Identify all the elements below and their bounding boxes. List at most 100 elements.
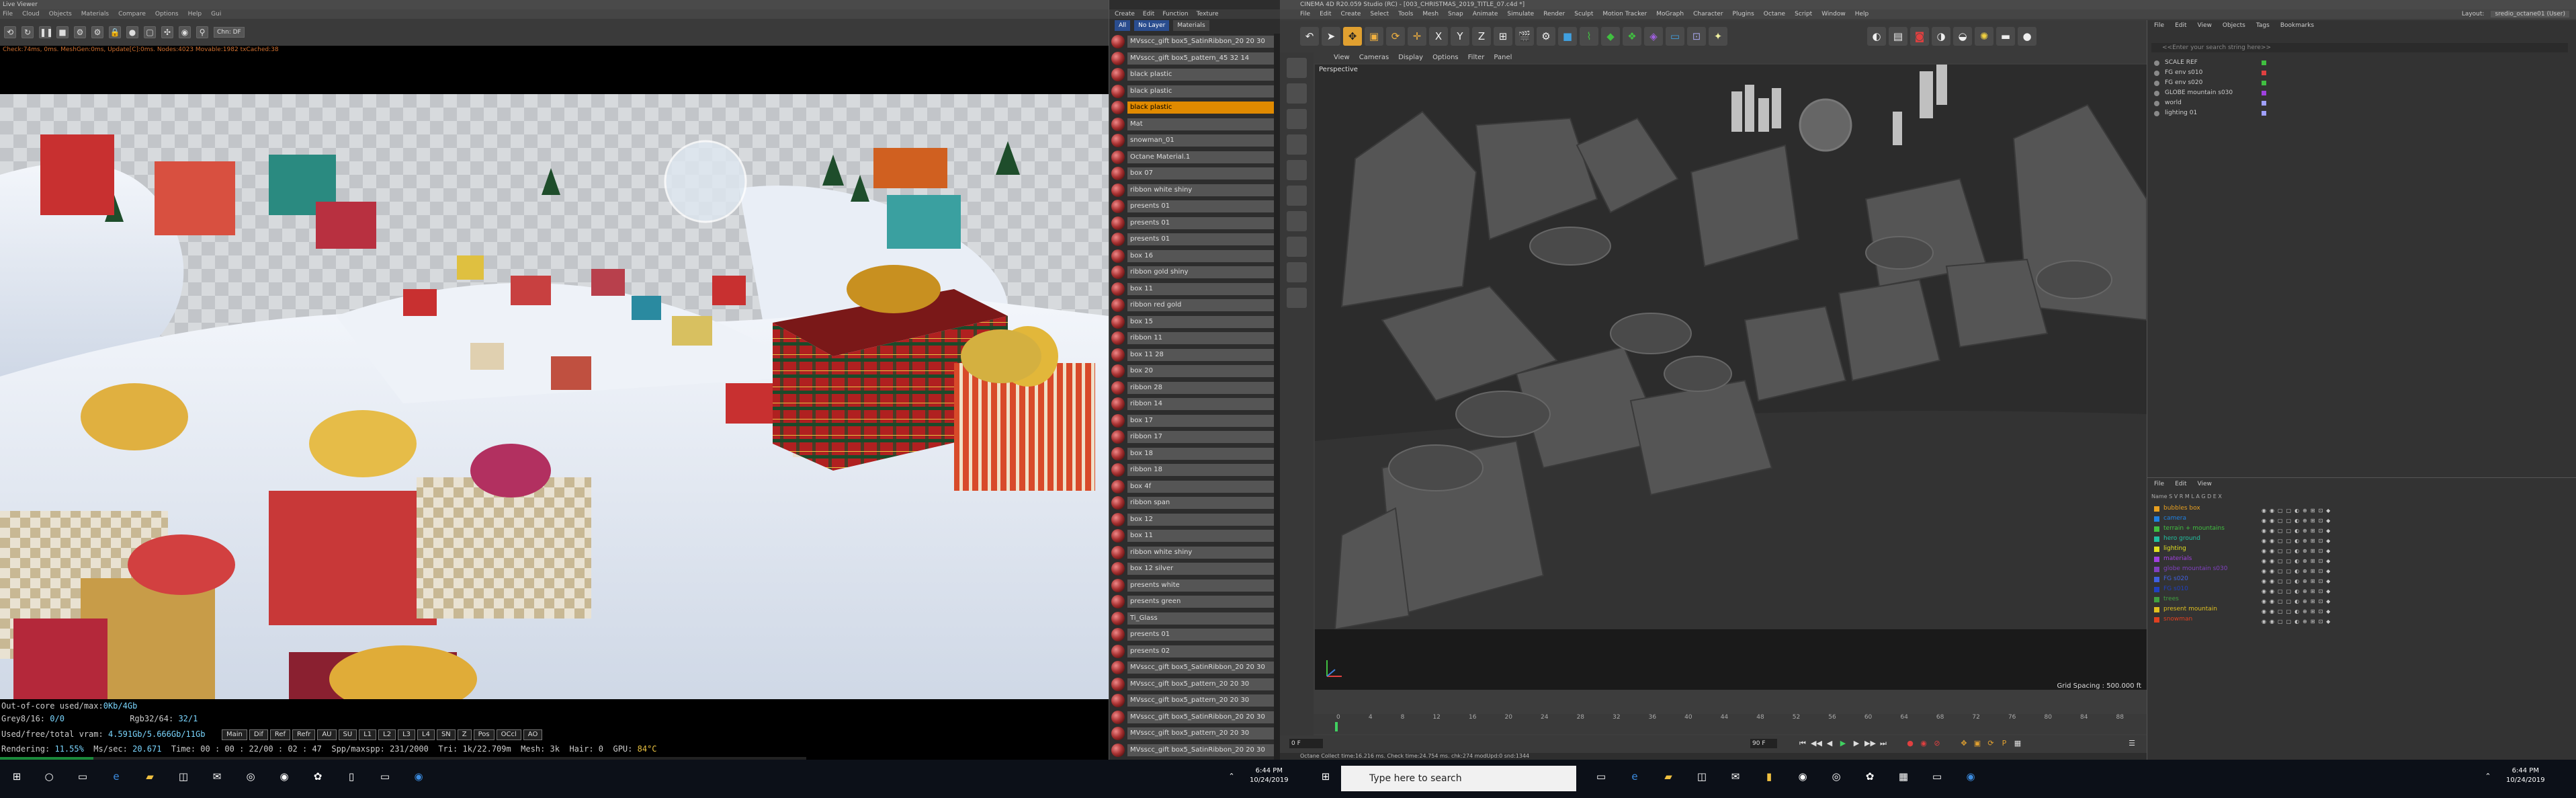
mat-menu-create[interactable]: Create bbox=[1115, 9, 1135, 19]
layer-color-tag[interactable] bbox=[2262, 111, 2266, 116]
material-row[interactable]: black plastic bbox=[1109, 99, 1274, 116]
c4d-menu-item[interactable]: Snap bbox=[1448, 9, 1463, 19]
c4d-menu-item[interactable]: Mesh bbox=[1422, 9, 1439, 19]
tray-icon[interactable]: ⌃ bbox=[1223, 768, 1240, 785]
material-row[interactable]: box 15 bbox=[1109, 314, 1274, 330]
om-menu-file[interactable]: File bbox=[2154, 20, 2164, 31]
material-row[interactable]: box 07 bbox=[1109, 165, 1274, 182]
edge-icon[interactable]: e bbox=[108, 768, 125, 785]
prev-frame-icon[interactable]: ◀ bbox=[1824, 738, 1835, 749]
material-row[interactable]: box 16 bbox=[1109, 248, 1274, 264]
material-row[interactable]: presents white bbox=[1109, 577, 1274, 594]
layer-row[interactable]: snowman ◉◉▢▢◐⊕⊞⊡◆ bbox=[2154, 614, 2571, 625]
task-view-icon-right[interactable]: ▭ bbox=[1592, 768, 1610, 785]
c4d-menu-item[interactable]: Simulate bbox=[1507, 9, 1534, 19]
layer-color-swatch[interactable] bbox=[2154, 597, 2159, 602]
render-image[interactable] bbox=[0, 94, 1109, 719]
axis-mode-icon[interactable] bbox=[1287, 211, 1307, 231]
c4d-app-icon[interactable]: ◎ bbox=[242, 768, 259, 785]
y-axis-icon[interactable]: Y bbox=[1451, 27, 1469, 46]
record-icon[interactable]: ● bbox=[1905, 738, 1916, 749]
layer-row[interactable]: trees ◉◉▢▢◐⊕⊞⊡◆ bbox=[2154, 594, 2571, 604]
store-icon-right[interactable]: ◫ bbox=[1693, 768, 1711, 785]
edge-icon-right[interactable]: e bbox=[1626, 768, 1643, 785]
pass-ref-button[interactable]: Ref bbox=[269, 729, 291, 740]
octane-app-icon[interactable]: ◉ bbox=[410, 768, 427, 785]
om-menu-objects[interactable]: Objects bbox=[2223, 20, 2245, 31]
key-rotation-icon[interactable]: ⟳ bbox=[1985, 738, 1996, 749]
camera-icon[interactable]: ⊡ bbox=[1687, 27, 1706, 46]
layer-color-swatch[interactable] bbox=[2154, 617, 2159, 623]
material-row[interactable]: ribbon 11 bbox=[1109, 330, 1274, 346]
c4d-menu-item[interactable]: Character bbox=[1693, 9, 1723, 19]
next-key-icon[interactable]: ▶▶ bbox=[1864, 738, 1876, 749]
octane-live-icon[interactable]: ◐ bbox=[1867, 27, 1886, 46]
undo-icon[interactable]: ↶ bbox=[1300, 27, 1319, 46]
material-row[interactable]: ribbon 17 bbox=[1109, 429, 1274, 445]
material-row[interactable]: box 11 bbox=[1109, 528, 1274, 544]
material-row[interactable]: Ti_Glass bbox=[1109, 610, 1274, 627]
mail-icon-right[interactable]: ✉ bbox=[1727, 768, 1744, 785]
layer-row[interactable]: globe mountain s030 ◉◉▢▢◐⊕⊞⊡◆ bbox=[2154, 564, 2571, 574]
layer-row[interactable]: camera ◉◉▢▢◐⊕⊞⊡◆ bbox=[2154, 514, 2571, 524]
pass-z-button[interactable]: Z bbox=[457, 729, 472, 740]
layer-color-tag[interactable] bbox=[2262, 101, 2266, 106]
timeline-ruler[interactable]: 0 4 8 12 16 20 24 28 32 36 40 44 48 52 56 60 64 68 72 76 80 8… bbox=[1314, 714, 2147, 734]
app-icon[interactable]: ✿ bbox=[309, 768, 327, 785]
material-row[interactable]: box 18 bbox=[1109, 446, 1274, 462]
object-row[interactable]: SCALE REF bbox=[2154, 58, 2571, 68]
keyframe-selection-icon[interactable]: ⊘ bbox=[1932, 738, 1942, 749]
scale-icon[interactable]: ▣ bbox=[1365, 27, 1383, 46]
pass-su-button[interactable]: SU bbox=[338, 729, 357, 740]
layer-toggle-icons[interactable]: ◉◉▢▢◐⊕⊞⊡◆ bbox=[2262, 616, 2333, 627]
stop-icon[interactable]: ■ bbox=[56, 26, 69, 38]
lv-menu-help[interactable]: Help bbox=[188, 9, 202, 19]
clock-left[interactable]: 6:44 PM 10/24/2019 bbox=[1250, 766, 1289, 785]
layer-color-swatch[interactable] bbox=[2154, 506, 2159, 512]
om-search-input[interactable]: <<Enter your search string here>> bbox=[2151, 43, 2568, 52]
vp-menu-view[interactable]: View bbox=[1334, 52, 1350, 63]
restart-render-icon[interactable]: ↻ bbox=[22, 26, 34, 38]
octane-hdri-icon[interactable]: ◒ bbox=[1953, 27, 1972, 46]
material-row[interactable]: MVsscc_gift box5_SatinRibbon_20 20 30 bbox=[1109, 742, 1274, 758]
octane-icon-right[interactable]: ◉ bbox=[1962, 768, 1979, 785]
spline-icon[interactable]: ⌇ bbox=[1580, 27, 1598, 46]
material-row[interactable]: box 17 bbox=[1109, 413, 1274, 429]
material-row[interactable]: ribbon gold shiny bbox=[1109, 264, 1274, 280]
sticky-icon-right[interactable]: ▮ bbox=[1760, 768, 1778, 785]
explorer-app-icon[interactable]: ▯ bbox=[343, 768, 360, 785]
pin-icon[interactable]: ⚲ bbox=[196, 26, 208, 38]
lv-menu-file[interactable]: File bbox=[3, 9, 13, 19]
search-icon[interactable]: ○ bbox=[40, 768, 58, 785]
material-row[interactable]: ribbon 14 bbox=[1109, 396, 1274, 412]
workplane-icon[interactable] bbox=[1287, 262, 1307, 282]
layer-row[interactable]: present mountain ◉◉▢▢◐⊕⊞⊡◆ bbox=[2154, 604, 2571, 614]
gear-icon[interactable]: ⚙ bbox=[74, 26, 86, 38]
channel-select[interactable]: Chn: DF bbox=[214, 27, 245, 38]
octane-dialog-icon[interactable]: ▤ bbox=[1889, 27, 1907, 46]
material-row[interactable]: MVsscc_gift box5_pattern_20 20 30 bbox=[1109, 676, 1274, 692]
tab-materials[interactable]: Materials bbox=[1173, 20, 1209, 31]
om-menu-bookmarks[interactable]: Bookmarks bbox=[2280, 20, 2314, 31]
layer-color-swatch[interactable] bbox=[2154, 557, 2159, 562]
material-row[interactable]: MVsscc_gift box5_SatinRibbon_20 20 30 bbox=[1109, 34, 1274, 50]
material-row[interactable]: ribbon white shiny bbox=[1109, 182, 1274, 198]
material-row[interactable]: Mat bbox=[1109, 116, 1274, 132]
layer-color-swatch[interactable] bbox=[2154, 516, 2159, 522]
lv-menu-cloud[interactable]: Cloud bbox=[22, 9, 40, 19]
pass-l4-button[interactable]: L4 bbox=[417, 729, 435, 740]
pass-l3-button[interactable]: L3 bbox=[398, 729, 415, 740]
transform-icon[interactable]: ✛ bbox=[1408, 27, 1426, 46]
tray-icon-right[interactable]: ⌃ bbox=[2479, 768, 2497, 785]
c4d-menu-item[interactable]: Animate bbox=[1473, 9, 1498, 19]
material-row[interactable]: presents 02 bbox=[1109, 643, 1274, 660]
rotate-icon[interactable]: ⟳ bbox=[1386, 27, 1405, 46]
lv-menu-gui[interactable]: Gui bbox=[211, 9, 221, 19]
material-row[interactable]: box 11 bbox=[1109, 281, 1274, 297]
app-icon-right[interactable]: ◎ bbox=[1828, 768, 1845, 785]
region-icon[interactable]: ▢ bbox=[144, 26, 156, 38]
start-icon[interactable]: ⊞ bbox=[8, 768, 26, 785]
material-row[interactable]: presents 01 bbox=[1109, 231, 1274, 247]
layer-row[interactable]: materials ◉◉▢▢◐⊕⊞⊡◆ bbox=[2154, 554, 2571, 564]
app2-icon-right[interactable]: ✿ bbox=[1861, 768, 1879, 785]
